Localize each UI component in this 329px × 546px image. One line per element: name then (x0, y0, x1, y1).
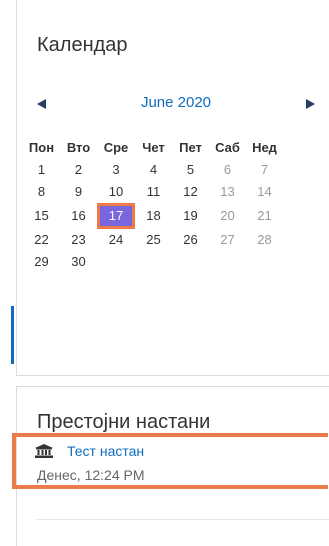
calendar-day[interactable]: 2 (60, 158, 97, 180)
calendar-empty-cell (172, 250, 209, 272)
upcoming-events-block: Престојни настани Тест настан Денес, 12:… (12, 386, 329, 546)
calendar-day[interactable]: 25 (135, 228, 172, 250)
event-name-link[interactable]: Тест настан (67, 443, 144, 459)
weekday-header: Пон (28, 139, 55, 155)
calendar-day[interactable]: 18 (135, 202, 172, 228)
calendar-week-row: 22 23 24 25 26 27 28 (23, 228, 283, 250)
active-indicator (11, 306, 14, 364)
month-navigation: June 2020 (37, 94, 315, 116)
calendar-day[interactable]: 14 (246, 180, 283, 202)
current-month-link[interactable]: June 2020 (37, 94, 315, 111)
calendar-day[interactable]: 12 (172, 180, 209, 202)
calendar-day[interactable]: 11 (135, 180, 172, 202)
calendar-day[interactable]: 9 (60, 180, 97, 202)
calendar-grid: Пон Вто Сре Чет Пет Саб Нед 1 2 3 4 5 6 … (23, 136, 283, 272)
weekday-header-row: Пон Вто Сре Чет Пет Саб Нед (23, 136, 283, 158)
calendar-week-row: 29 30 (23, 250, 283, 272)
calendar-day[interactable]: 10 (97, 180, 135, 202)
calendar-day[interactable]: 3 (97, 158, 135, 180)
weekday-header: Вто (66, 139, 91, 155)
weekday-header: Сре (103, 139, 129, 155)
calendar-day[interactable]: 8 (23, 180, 60, 202)
calendar-day[interactable]: 16 (60, 202, 97, 228)
calendar-day[interactable]: 20 (209, 202, 246, 228)
event-time: Денес, 12:24 PM (37, 467, 145, 483)
calendar-day[interactable]: 4 (135, 158, 172, 180)
calendar-day[interactable]: 27 (209, 228, 246, 250)
calendar-day[interactable]: 30 (60, 250, 97, 272)
weekday-header: Пет (179, 139, 202, 155)
weekday-header: Чет (142, 139, 165, 155)
calendar-day[interactable]: 5 (172, 158, 209, 180)
calendar-day[interactable]: 24 (97, 228, 135, 250)
calendar-empty-cell (97, 250, 135, 272)
institution-icon (35, 444, 53, 458)
divider (37, 519, 329, 520)
calendar-day[interactable]: 7 (246, 158, 283, 180)
calendar-day[interactable]: 28 (246, 228, 283, 250)
weekday-header: Саб (215, 139, 240, 155)
calendar-title: Календар (37, 34, 128, 56)
calendar-day[interactable]: 1 (23, 158, 60, 180)
calendar-empty-cell (135, 250, 172, 272)
upcoming-events-title: Престојни настани (37, 411, 211, 433)
calendar-empty-cell (246, 250, 283, 272)
calendar-day[interactable]: 22 (23, 228, 60, 250)
calendar-week-row: 8 9 10 11 12 13 14 (23, 180, 283, 202)
today-marker[interactable]: 17 (97, 203, 135, 229)
calendar-day[interactable]: 21 (246, 202, 283, 228)
calendar-day[interactable]: 19 (172, 202, 209, 228)
calendar-week-row: 15 16 17 18 19 20 21 (23, 202, 283, 229)
weekday-header: Нед (252, 139, 277, 155)
calendar-day[interactable]: 6 (209, 158, 246, 180)
calendar-block: Календар June 2020 Пон Вто Сре Чет Пет С… (16, 0, 329, 376)
calendar-empty-cell (209, 250, 246, 272)
calendar-week-row: 1 2 3 4 5 6 7 (23, 158, 283, 180)
calendar-day[interactable]: 29 (23, 250, 60, 272)
calendar-day[interactable]: 26 (172, 228, 209, 250)
calendar-day-today[interactable]: 17 (97, 202, 135, 229)
calendar-day[interactable]: 15 (23, 202, 60, 228)
next-month-icon[interactable] (306, 99, 315, 109)
calendar-day[interactable]: 13 (209, 180, 246, 202)
calendar-day[interactable]: 23 (60, 228, 97, 250)
event-item: Тест настан (35, 443, 144, 459)
